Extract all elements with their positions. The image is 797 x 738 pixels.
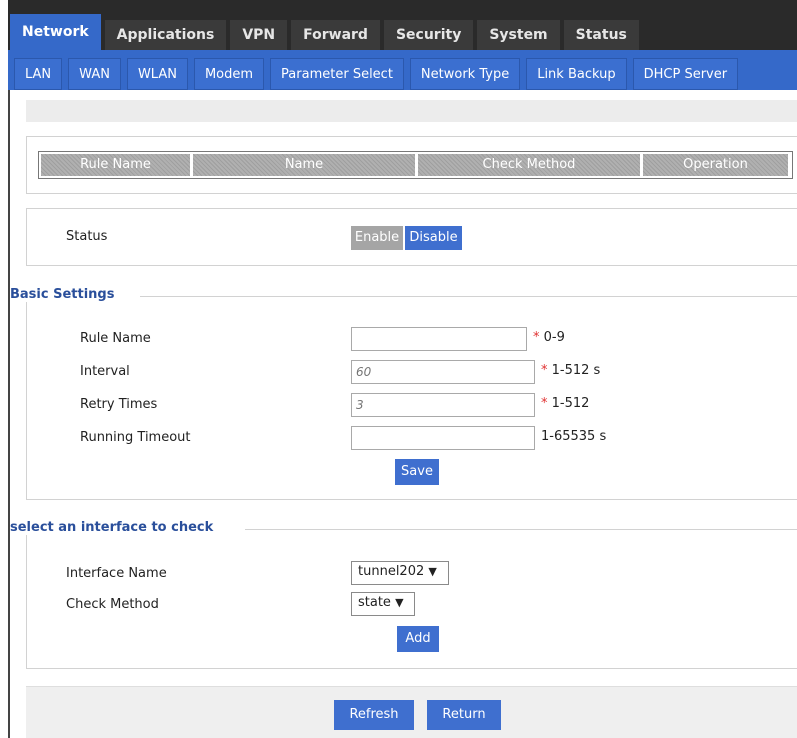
refresh-button[interactable]: Refresh (334, 700, 414, 730)
interface-name-select[interactable]: tunnel202 ▼ (351, 561, 449, 585)
column-header-name: Name (193, 154, 415, 176)
tab-system[interactable]: System (477, 20, 560, 50)
column-header-check-method: Check Method (418, 154, 640, 176)
tab-vpn[interactable]: VPN (230, 20, 288, 50)
chevron-down-icon: ▼ (395, 596, 404, 609)
sub-nav-tabs: LAN WAN WLAN Modem Parameter Select Netw… (14, 58, 739, 90)
chevron-down-icon: ▼ (428, 565, 437, 578)
subtab-parameter-select[interactable]: Parameter Select (270, 58, 404, 90)
interval-hint: * 1-512 s (541, 363, 601, 378)
interface-check-title: select an interface to check (10, 520, 224, 535)
rule-name-label: Rule Name (80, 331, 151, 346)
save-button[interactable]: Save (395, 459, 439, 485)
column-header-operation: Operation (643, 154, 788, 176)
enable-button[interactable]: Enable (351, 226, 403, 250)
required-mark: * (541, 363, 548, 378)
tab-forward[interactable]: Forward (291, 20, 380, 50)
tab-network[interactable]: Network (10, 14, 101, 50)
required-mark: * (541, 396, 548, 411)
tab-security[interactable]: Security (383, 20, 474, 50)
running-timeout-hint: 1-65535 s (541, 429, 607, 444)
subtab-lan[interactable]: LAN (14, 58, 63, 90)
rule-name-input[interactable] (351, 327, 527, 351)
tab-applications[interactable]: Applications (104, 20, 227, 50)
check-method-label: Check Method (66, 597, 159, 612)
required-mark: * (533, 330, 540, 345)
subtab-dhcp-server[interactable]: DHCP Server (632, 58, 739, 90)
rules-table: Rule Name Name Check Method Operation (38, 151, 793, 179)
subtab-modem[interactable]: Modem (193, 58, 265, 90)
info-strip (26, 100, 797, 122)
retry-times-hint: * 1-512 (541, 396, 590, 411)
retry-times-label: Retry Times (80, 397, 158, 412)
subtab-wlan[interactable]: WLAN (126, 58, 188, 90)
retry-times-input[interactable] (351, 393, 535, 417)
add-button[interactable]: Add (397, 626, 439, 652)
running-timeout-label: Running Timeout (80, 430, 191, 445)
interval-label: Interval (80, 364, 130, 379)
content-frame-border (8, 90, 10, 738)
column-header-rule-name: Rule Name (41, 154, 190, 176)
check-method-select[interactable]: state ▼ (351, 592, 415, 616)
running-timeout-input[interactable] (351, 426, 535, 450)
return-button[interactable]: Return (427, 700, 501, 730)
interval-input[interactable] (351, 360, 535, 384)
subtab-network-type[interactable]: Network Type (409, 58, 521, 90)
disable-button[interactable]: Disable (405, 226, 462, 250)
basic-settings-title: Basic Settings (10, 287, 125, 302)
tab-status[interactable]: Status (563, 20, 639, 50)
status-label: Status (66, 229, 108, 244)
top-nav-tabs: Network Applications VPN Forward Securit… (10, 14, 639, 50)
subtab-wan[interactable]: WAN (68, 58, 121, 90)
interface-name-label: Interface Name (66, 566, 167, 581)
rule-name-hint: * 0-9 (533, 330, 565, 345)
subtab-link-backup[interactable]: Link Backup (526, 58, 627, 90)
